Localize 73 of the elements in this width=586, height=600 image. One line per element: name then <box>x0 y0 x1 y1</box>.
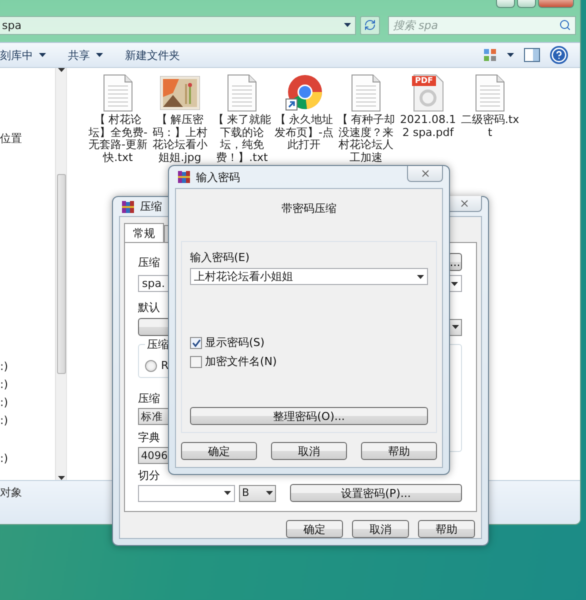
nav-item[interactable]: :) <box>0 450 55 468</box>
preview-pane-icon[interactable] <box>524 48 540 62</box>
toolbar-button[interactable]: 刻库中 <box>0 48 56 62</box>
text-file-icon <box>351 74 381 112</box>
caret-icon <box>266 491 273 495</box>
text-file-icon <box>227 74 257 112</box>
dialog-title: 输入密码 <box>196 170 240 184</box>
text-file-icon <box>475 74 505 112</box>
nav-item[interactable]: :) <box>0 358 55 376</box>
dialog-button[interactable]: 帮助 <box>361 442 437 460</box>
dialog-title: 压缩 <box>140 199 162 214</box>
dialog-button[interactable]: 帮助 <box>418 520 475 538</box>
close-button[interactable] <box>407 166 443 182</box>
books-icon <box>177 170 191 184</box>
checkbox[interactable] <box>190 356 202 368</box>
unit-select[interactable]: B <box>239 484 276 502</box>
nav-item[interactable]: :) <box>0 412 55 430</box>
toolbar-button[interactable]: 新建文件夹 <box>125 48 190 62</box>
dialog-button[interactable]: 确定 <box>181 442 257 460</box>
caret-icon <box>507 53 514 57</box>
pdf-label: PDF <box>412 76 436 86</box>
file-name[interactable]: 二级密码.txt <box>460 114 520 139</box>
field-label: 压缩 <box>138 254 160 270</box>
checkbox-option[interactable]: 显示密码(S) <box>190 335 428 350</box>
caret-icon <box>224 491 231 495</box>
dialog-button[interactable]: 确定 <box>286 520 343 538</box>
checkbox-option[interactable]: 加密文件名(N) <box>190 354 428 369</box>
nav-item[interactable]: :) <box>0 394 55 412</box>
organize-passwords-button[interactable]: 整理密码(O)... <box>190 407 428 425</box>
radio-button[interactable] <box>145 360 157 372</box>
books-icon <box>121 200 135 214</box>
close-button[interactable] <box>538 0 574 8</box>
search-icon <box>559 19 571 31</box>
set-password-button[interactable]: 设置密码(P)... <box>290 484 462 502</box>
refresh-icon <box>364 19 376 31</box>
nav-item[interactable]: :) <box>0 376 55 394</box>
file-name[interactable]: 【 来了就能下载的论坛，纯免费！】.txt <box>212 114 272 164</box>
toolbar-button[interactable]: 共享 <box>68 48 113 62</box>
field-label: 默认 <box>138 300 161 315</box>
dialog-button[interactable]: 取消 <box>352 520 409 538</box>
text-file-icon <box>103 74 133 112</box>
address-bar[interactable]: spa <box>0 16 356 34</box>
caret-icon <box>451 282 458 286</box>
dialog-heading: 带密码压缩 <box>280 201 338 216</box>
scrollbar[interactable] <box>55 68 66 480</box>
browser-shortcut-icon <box>285 74 323 112</box>
file-name[interactable]: 【 有种子却没速度？来村花论坛人工加速 <box>336 114 396 164</box>
file-name[interactable]: 2021.08.12 spa.pdf <box>398 114 458 139</box>
maximize-button[interactable] <box>517 0 536 8</box>
caret-icon <box>417 274 424 278</box>
file-name[interactable]: 【 解压密码：】上村花论坛看小姐姐.jpg <box>150 114 210 164</box>
field-label: 切分 <box>138 468 161 483</box>
field-label: 字典 <box>138 430 161 445</box>
file-name[interactable]: 【 村花论坛】全免费-无套路-更新快.txt <box>88 114 148 164</box>
refresh-button[interactable] <box>360 16 380 34</box>
nav-item[interactable]: 位置 <box>0 130 55 148</box>
close-icon <box>458 198 470 208</box>
close-icon <box>420 168 430 179</box>
tab[interactable]: 常规 <box>124 223 164 242</box>
caret-icon <box>452 325 459 329</box>
dialog-button[interactable]: 取消 <box>271 442 347 460</box>
radio-label: R <box>161 359 169 372</box>
checkbox[interactable] <box>190 336 202 348</box>
minimize-button[interactable] <box>496 0 515 8</box>
view-options-icon[interactable] <box>483 48 497 62</box>
help-icon[interactable] <box>550 46 568 64</box>
field-label: 输入密码(E) <box>190 250 251 265</box>
file-name[interactable]: 【 永久地址发布页】-点此打开 <box>274 114 334 152</box>
caret-icon <box>344 23 351 27</box>
field-label: 压缩 <box>138 391 161 406</box>
password-field[interactable]: 上村花论坛看小姐姐 <box>190 268 428 285</box>
status-text: 对象 <box>0 486 22 499</box>
split-size-field[interactable] <box>138 484 235 502</box>
